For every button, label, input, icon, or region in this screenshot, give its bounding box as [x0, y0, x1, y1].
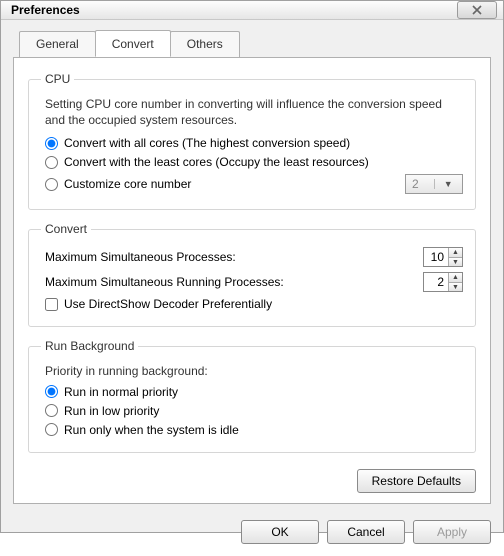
- max-run-label: Maximum Simultaneous Running Processes:: [45, 275, 423, 289]
- radio-cpu-custom[interactable]: [45, 178, 58, 191]
- max-proc-spinner[interactable]: ▲ ▼: [423, 247, 463, 267]
- radio-bg-normal[interactable]: [45, 385, 58, 398]
- tabstrip: General Convert Others: [19, 30, 491, 57]
- tab-panel-convert: CPU Setting CPU core number in convertin…: [13, 57, 491, 504]
- radio-cpu-custom-label: Customize core number: [64, 177, 191, 191]
- close-button[interactable]: [457, 1, 497, 19]
- radio-bg-normal-label: Run in normal priority: [64, 385, 178, 399]
- apply-button[interactable]: Apply: [413, 520, 491, 544]
- ok-button[interactable]: OK: [241, 520, 319, 544]
- cancel-button[interactable]: Cancel: [327, 520, 405, 544]
- tab-convert[interactable]: Convert: [95, 30, 171, 57]
- close-icon: [472, 5, 482, 15]
- checkbox-directshow-label: Use DirectShow Decoder Preferentially: [64, 297, 272, 311]
- checkbox-directshow[interactable]: [45, 298, 58, 311]
- group-cpu: CPU Setting CPU core number in convertin…: [28, 72, 476, 210]
- radio-bg-idle-label: Run only when the system is idle: [64, 423, 239, 437]
- tab-others[interactable]: Others: [170, 31, 240, 58]
- max-run-input[interactable]: [424, 273, 448, 291]
- radio-bg-low-label: Run in low priority: [64, 404, 159, 418]
- radio-cpu-least[interactable]: [45, 156, 58, 169]
- window-title: Preferences: [11, 3, 457, 17]
- group-convert: Convert Maximum Simultaneous Processes: …: [28, 222, 476, 327]
- radio-bg-low[interactable]: [45, 404, 58, 417]
- radio-cpu-all[interactable]: [45, 137, 58, 150]
- spin-up-icon[interactable]: ▲: [448, 273, 462, 282]
- tab-general[interactable]: General: [19, 31, 96, 58]
- radio-cpu-all-label: Convert with all cores (The highest conv…: [64, 136, 350, 150]
- titlebar: Preferences: [1, 1, 503, 20]
- group-cpu-legend: CPU: [41, 72, 74, 86]
- window-body: General Convert Others CPU Setting CPU c…: [1, 20, 503, 510]
- max-proc-label: Maximum Simultaneous Processes:: [45, 250, 423, 264]
- core-combo-value: 2: [406, 177, 434, 191]
- core-combo[interactable]: 2 ▼: [405, 174, 463, 194]
- radio-cpu-least-label: Convert with the least cores (Occupy the…: [64, 155, 369, 169]
- group-convert-legend: Convert: [41, 222, 91, 236]
- max-proc-input[interactable]: [424, 248, 448, 266]
- radio-bg-idle[interactable]: [45, 423, 58, 436]
- bg-heading: Priority in running background:: [45, 363, 463, 379]
- max-run-spinner[interactable]: ▲ ▼: [423, 272, 463, 292]
- group-background: Run Background Priority in running backg…: [28, 339, 476, 452]
- preferences-window: Preferences General Convert Others CPU S…: [0, 0, 504, 533]
- spin-up-icon[interactable]: ▲: [448, 248, 462, 257]
- restore-defaults-button[interactable]: Restore Defaults: [357, 469, 476, 493]
- cpu-description: Setting CPU core number in converting wi…: [45, 96, 463, 128]
- chevron-down-icon: ▼: [434, 179, 463, 189]
- group-background-legend: Run Background: [41, 339, 138, 353]
- spin-down-icon[interactable]: ▼: [448, 282, 462, 292]
- spin-down-icon[interactable]: ▼: [448, 257, 462, 267]
